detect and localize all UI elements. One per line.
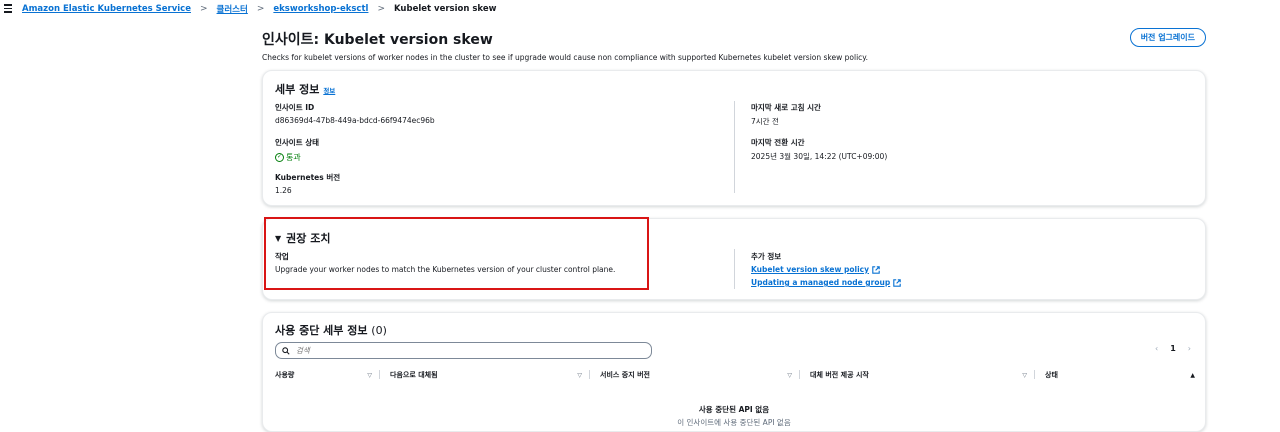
empty-description: 이 인사이트에 사용 중단된 API 없음 [677, 418, 791, 427]
deprecation-title: 사용 중단 세부 정보 (0) [275, 324, 387, 337]
chevron-right-icon: > [377, 3, 385, 14]
search-input[interactable] [296, 346, 596, 355]
page-title: 인사이트: Kubelet version skew [262, 32, 493, 48]
insight-status-label: 인사이트 상태 [275, 138, 320, 147]
kubelet-skew-policy-link[interactable]: Kubelet version skew policy [751, 265, 880, 274]
insight-status: 인사이트 상태 ✓ 통과 [275, 137, 319, 163]
sort-icon: ▽ [787, 371, 792, 379]
breadcrumb-cluster[interactable]: eksworkshop-eksctl [273, 4, 368, 14]
search-field[interactable] [275, 342, 652, 359]
insight-id-value: d86369d4-47b8-449a-bdcd-66f9474ec96b [275, 116, 435, 125]
chevron-right-icon: > [256, 3, 265, 14]
k8s-version-label: Kubernetes 버전 [275, 173, 341, 182]
details-title: 세부 정보 정보 [275, 83, 336, 96]
menu-icon[interactable] [4, 4, 14, 13]
last-transition-label: 마지막 전환 시간 [751, 138, 805, 147]
info-link[interactable]: 정보 [323, 87, 335, 95]
column-usage[interactable]: 사용량 ▽ [275, 367, 380, 383]
page-number[interactable]: 1 [1170, 344, 1176, 353]
column-status[interactable]: 상태 ▲ [1035, 367, 1195, 383]
status-badge: ✓ 통과 [275, 152, 301, 162]
chevron-right-icon: > [200, 3, 208, 14]
deprecation-count: (0) [371, 324, 387, 337]
table-header: 사용량 ▽ 다음으로 대체됨 ▽ 서비스 중지 버전 ▽ 대체 버전 제공 시작… [275, 367, 1195, 383]
breadcrumb: Amazon Elastic Kubernetes Service > 클러스터… [0, 0, 1280, 17]
sort-icon: ▽ [367, 371, 372, 379]
sort-icon: ▽ [577, 371, 582, 379]
column-divider [734, 249, 735, 289]
breadcrumb-current: Kubelet version skew [394, 3, 497, 14]
column-replaced-by[interactable]: 다음으로 대체됨 ▽ [380, 367, 590, 383]
insight-id: 인사이트 ID d86369d4-47b8-449a-bdcd-66f9474e… [275, 102, 435, 125]
check-circle-icon: ✓ [275, 152, 284, 162]
more-info-label: 추가 정보 [751, 252, 782, 261]
details-card: 세부 정보 정보 인사이트 ID d86369d4-47b8-449a-bdcd-… [262, 70, 1206, 206]
insight-id-label: 인사이트 ID [275, 103, 315, 112]
sort-icon: ▽ [1022, 371, 1027, 379]
column-stop-serving[interactable]: 서비스 중지 버전 ▽ [590, 367, 800, 383]
external-link-icon [872, 265, 880, 274]
deprecation-card: 사용 중단 세부 정보 (0) ‹ 1 › 사용량 ▽ 다음으로 대체됨 ▽ 서… [262, 312, 1206, 432]
column-divider [734, 101, 735, 193]
last-refresh: 마지막 새로 고침 시간 7시간 전 [751, 102, 821, 127]
more-info: 추가 정보 Kubelet version skew policy Updati… [751, 251, 901, 291]
search-icon [282, 346, 290, 355]
breadcrumb-clusters[interactable]: 클러스터 [217, 3, 248, 15]
last-transition: 마지막 전환 시간 2025년 3월 30일, 14:22 (UTC+09:00… [751, 137, 887, 162]
highlight-annotation [264, 217, 649, 290]
page-header: 인사이트: Kubelet version skew 버전 업그레이드 Chec… [262, 26, 1206, 62]
last-refresh-value: 7시간 전 [751, 117, 779, 126]
column-replacement-start[interactable]: 대체 버전 제공 시작 ▽ [800, 367, 1035, 383]
k8s-version: Kubernetes 버전 1.26 [275, 172, 340, 195]
prev-page-icon[interactable]: ‹ [1155, 344, 1158, 353]
breadcrumb-eks[interactable]: Amazon Elastic Kubernetes Service [22, 4, 191, 14]
sort-asc-icon: ▲ [1190, 371, 1195, 379]
next-page-icon[interactable]: › [1188, 344, 1191, 353]
empty-title: 사용 중단된 API 없음 [698, 405, 770, 414]
managed-node-group-link[interactable]: Updating a managed node group [751, 278, 901, 287]
external-link-icon [893, 278, 901, 287]
k8s-version-value: 1.26 [275, 186, 292, 195]
upgrade-version-button[interactable]: 버전 업그레이드 [1129, 28, 1206, 47]
last-refresh-label: 마지막 새로 고침 시간 [751, 103, 821, 112]
last-transition-value: 2025년 3월 30일, 14:22 (UTC+09:00) [751, 152, 888, 161]
page-description: Checks for kubelet versions of worker no… [262, 53, 869, 62]
pagination: ‹ 1 › [1155, 344, 1191, 353]
